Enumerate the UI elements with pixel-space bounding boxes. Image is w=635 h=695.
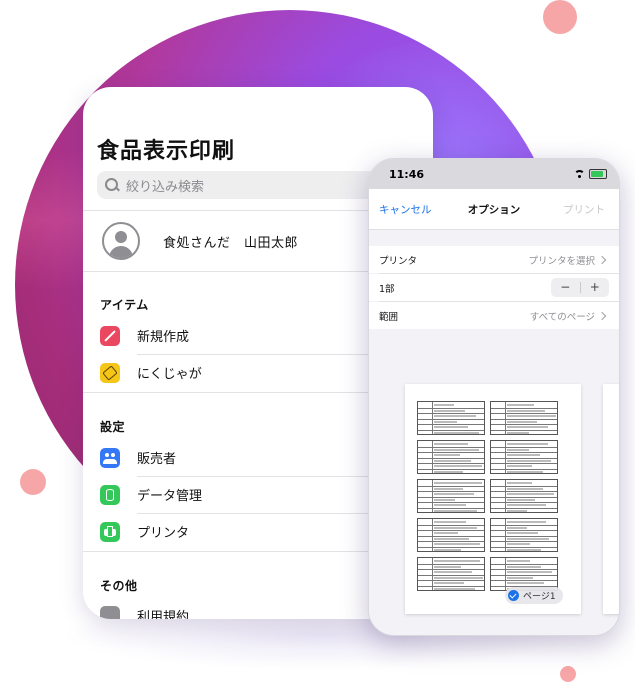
label-thumbnail — [490, 518, 558, 552]
list-item-label: プリンタ — [137, 526, 190, 541]
search-placeholder: 絞り込み検索 — [126, 179, 205, 195]
list-item-label: データ管理 — [137, 489, 203, 504]
list-item-label: 新規作成 — [137, 330, 190, 345]
page-title: 食品表示印刷 — [97, 139, 236, 164]
page-indicator-label: ページ1 — [523, 592, 556, 602]
people-icon — [100, 447, 120, 468]
document-icon — [100, 605, 120, 619]
tag-icon — [100, 362, 120, 383]
section-header-settings: 設定 — [100, 420, 126, 434]
section-header-other: その他 — [100, 579, 138, 593]
database-icon — [100, 484, 120, 505]
decor-dot-top — [543, 0, 577, 34]
label-grid — [417, 401, 559, 591]
range-label: 範囲 — [379, 311, 399, 323]
label-thumbnail — [417, 440, 485, 474]
decor-dot-bottom — [560, 666, 576, 682]
printer-select-row[interactable]: プリンタ プリンタを選択 — [369, 246, 619, 273]
status-time: 11:46 — [389, 168, 425, 181]
battery-icon — [589, 169, 607, 179]
range-row[interactable]: 範囲 すべてのページ — [369, 302, 619, 329]
label-thumbnail — [490, 401, 558, 435]
print-options-screen: 11:46 キャンセル オプション プリント プリンタ プリンタを選択 1部 −… — [368, 158, 620, 636]
wifi-icon — [574, 169, 585, 179]
label-thumbnail — [417, 479, 485, 513]
page-indicator: ページ1 — [505, 587, 563, 604]
plus-button[interactable]: + — [581, 278, 610, 297]
print-preview: ページ1 — [369, 384, 619, 635]
copies-stepper[interactable]: − + — [551, 278, 609, 297]
printer-label: プリンタ — [379, 255, 418, 267]
status-bar: 11:46 — [369, 159, 619, 189]
pencil-icon — [100, 325, 120, 346]
range-value: すべてのページ — [529, 311, 595, 323]
label-thumbnail — [417, 401, 485, 435]
preview-page[interactable]: ページ1 — [405, 384, 581, 614]
list-item-label: 利用規約 — [137, 610, 190, 619]
section-header-items: アイテム — [100, 298, 149, 312]
label-thumbnail — [490, 479, 558, 513]
search-icon — [104, 177, 120, 193]
preview-page-next[interactable] — [603, 384, 619, 614]
printer-icon — [100, 521, 120, 542]
minus-button[interactable]: − — [551, 278, 580, 297]
avatar-icon — [102, 222, 140, 260]
profile-name: 食処さんだ 山田太郎 — [163, 235, 299, 251]
label-thumbnail — [490, 557, 558, 591]
print-navbar: キャンセル オプション プリント — [369, 189, 619, 230]
label-thumbnail — [417, 518, 485, 552]
list-item-label: 販売者 — [137, 452, 177, 467]
print-sheet: キャンセル オプション プリント プリンタ プリンタを選択 1部 − + 範囲 … — [369, 189, 619, 635]
checkmark-icon — [508, 590, 519, 601]
printer-value: プリンタを選択 — [528, 255, 595, 267]
copies-row: 1部 − + — [369, 274, 619, 301]
label-thumbnail — [490, 440, 558, 474]
chevron-right-icon — [597, 311, 607, 320]
list-item-label: にくじゃが — [137, 367, 202, 382]
search-field[interactable]: 絞り込み検索 — [97, 171, 397, 199]
label-thumbnail — [417, 557, 485, 591]
decor-dot-left — [20, 469, 46, 495]
copies-label: 1部 — [379, 283, 395, 295]
print-button[interactable]: プリント — [563, 202, 605, 217]
chevron-right-icon — [597, 255, 607, 264]
